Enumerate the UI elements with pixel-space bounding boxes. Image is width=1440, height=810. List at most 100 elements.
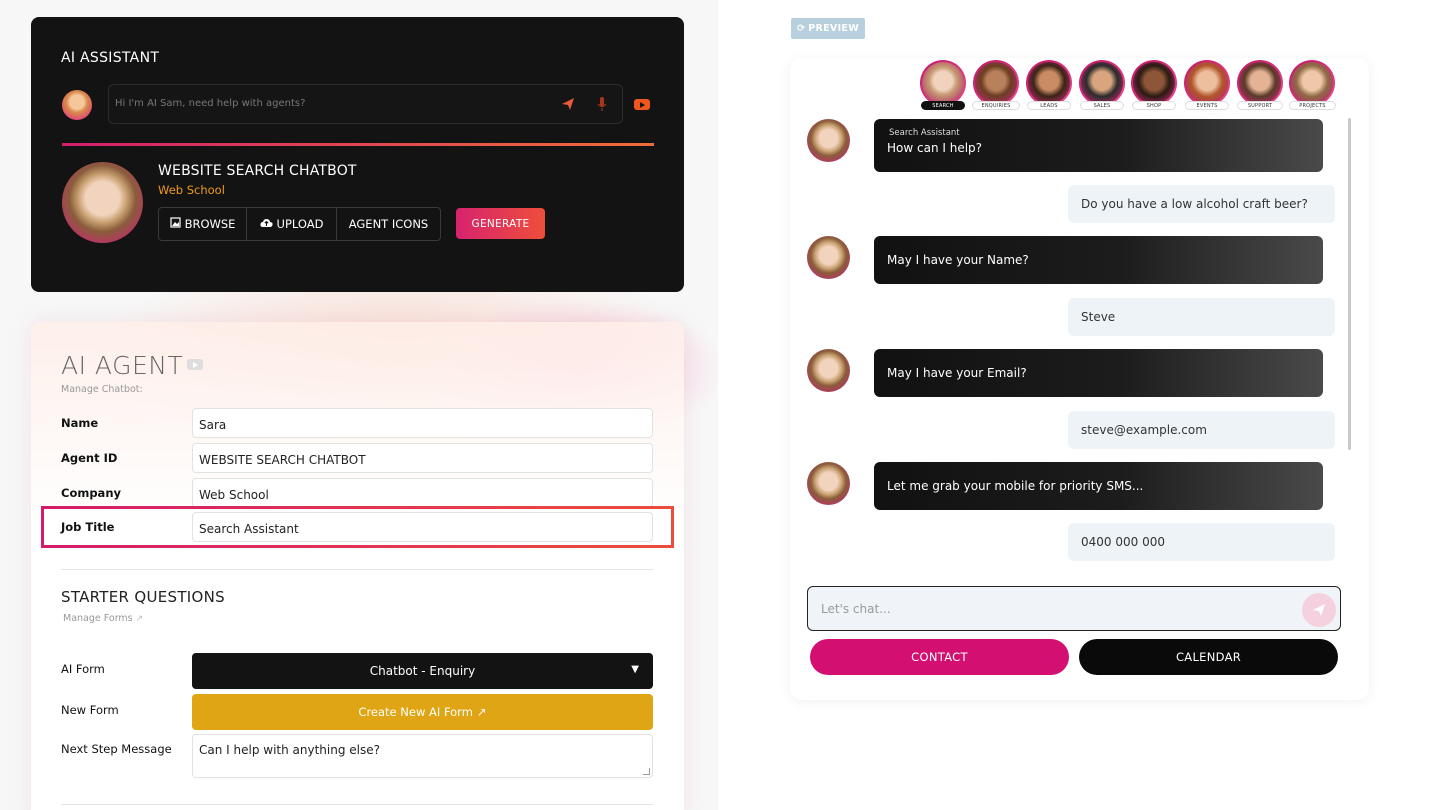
youtube-icon[interactable] — [634, 99, 650, 110]
user-message: Steve — [1068, 298, 1335, 336]
youtube-icon[interactable] — [187, 359, 203, 370]
bot-message-text: How can I help? — [887, 141, 983, 155]
external-link-icon: ↗ — [135, 614, 144, 624]
contact-button[interactable]: CONTACT — [810, 639, 1069, 675]
microphone-icon[interactable] — [597, 96, 607, 112]
next-step-label: Next Step Message — [61, 742, 172, 756]
ai-assistant-card: AI ASSISTANT Hi I'm AI Sam, need help wi… — [31, 17, 684, 292]
create-new-ai-form-button[interactable]: Create New AI Form ↗ — [192, 694, 653, 730]
bot-message: Let me grab your mobile for priority SMS… — [874, 462, 1323, 510]
bot-message: May I have your Name? — [874, 236, 1323, 284]
agent-icon-events[interactable] — [1184, 60, 1230, 106]
send-icon[interactable] — [1302, 593, 1336, 627]
agent-face — [1081, 62, 1123, 104]
agent-icon-support[interactable] — [1237, 60, 1283, 106]
bot-avatar — [807, 236, 850, 279]
agent-name-heading: WEBSITE SEARCH CHATBOT — [158, 163, 357, 179]
agent-label-support[interactable]: SUPPORT — [1237, 101, 1283, 110]
agent-label-enquiries[interactable]: ENQUIRIES — [972, 101, 1020, 110]
gradient-divider — [62, 143, 654, 146]
agent-label-sales[interactable]: SALES — [1080, 101, 1124, 110]
agent-label-events[interactable]: EVENTS — [1185, 101, 1229, 110]
agent-label-search[interactable]: SEARCH — [921, 101, 965, 110]
image-icon — [169, 217, 181, 231]
agent-icon-enquiries[interactable] — [973, 60, 1019, 106]
panel-subtitle: Manage Chatbot: — [61, 384, 143, 395]
agent-icons-label: AGENT ICONS — [348, 217, 429, 231]
agent-face — [1239, 62, 1281, 104]
send-icon[interactable] — [561, 97, 575, 111]
manage-forms-link[interactable]: Manage Forms ↗ — [63, 613, 143, 624]
chat-input[interactable]: Let's chat... — [807, 586, 1341, 631]
agent-icon-shop[interactable] — [1131, 60, 1177, 106]
agent-label-shop[interactable]: SHOP — [1132, 101, 1176, 110]
manage-forms-label: Manage Forms — [63, 613, 133, 624]
generate-button[interactable]: GENERATE — [456, 208, 545, 239]
agent-icon-sales[interactable] — [1079, 60, 1125, 106]
bot-message: May I have your Email? — [874, 349, 1323, 397]
new-form-label: New Form — [61, 703, 119, 717]
upload-button[interactable]: UPLOAD — [247, 208, 337, 240]
next-step-value: Can I help with anything else? — [199, 743, 380, 757]
agent-face — [1186, 62, 1228, 104]
bot-caption: Search Assistant — [889, 128, 960, 138]
bot-avatar — [807, 349, 850, 392]
agent-icons-button[interactable]: AGENT ICONS — [337, 208, 440, 240]
agent-company-subtitle: Web School — [158, 183, 225, 197]
assistant-avatar — [62, 90, 92, 120]
ai-form-value: Chatbot - Enquiry — [369, 664, 476, 678]
agent-face — [1028, 62, 1070, 104]
refresh-icon: ⟳ — [797, 23, 806, 34]
company-label: Company — [61, 486, 121, 500]
agent-label-leads[interactable]: LEADS — [1027, 101, 1071, 110]
external-link-icon: ↗ — [476, 705, 487, 719]
user-message: steve@example.com — [1068, 411, 1335, 449]
upload-label: UPLOAD — [276, 217, 324, 231]
panel-title: AI AGENT — [61, 351, 184, 380]
bot-message-text: Let me grab your mobile for priority SMS… — [887, 479, 1144, 493]
next-step-message-field[interactable]: Can I help with anything else? — [192, 734, 653, 778]
section-divider — [61, 804, 653, 805]
agent-icon-projects[interactable] — [1289, 60, 1335, 106]
section-divider — [61, 569, 653, 570]
name-field[interactable]: Sara — [192, 408, 653, 438]
agent-photo — [62, 162, 143, 243]
agent-face — [1291, 62, 1333, 104]
chat-scrollbar[interactable] — [1348, 118, 1351, 450]
resize-handle-icon[interactable] — [643, 768, 650, 775]
agent-label-projects[interactable]: PROJECTS — [1289, 101, 1336, 110]
bot-message: Search Assistant How can I help? — [874, 119, 1323, 172]
ai-agent-panel: AI AGENT Manage Chatbot: Name Sara Agent… — [31, 322, 684, 810]
cloud-upload-icon — [259, 217, 273, 231]
user-message: Do you have a low alcohol craft beer? — [1068, 185, 1335, 223]
ai-form-select[interactable]: Chatbot - Enquiry ▼ — [192, 653, 653, 689]
agent-icon-leads[interactable] — [1026, 60, 1072, 106]
bot-avatar — [807, 462, 850, 505]
job-title-highlight — [41, 506, 674, 548]
preview-tag[interactable]: ⟳ PREVIEW — [791, 18, 865, 39]
agent-icon-search[interactable] — [920, 60, 966, 106]
agent-face — [975, 62, 1017, 104]
browse-label: BROWSE — [184, 217, 236, 231]
browse-button[interactable]: BROWSE — [159, 208, 247, 240]
company-field[interactable]: Web School — [192, 478, 653, 508]
calendar-button[interactable]: CALENDAR — [1079, 639, 1338, 675]
ai-assistant-title: AI ASSISTANT — [61, 50, 160, 66]
bot-message-text: May I have your Name? — [887, 253, 1029, 267]
agent-id-label: Agent ID — [61, 451, 118, 465]
chat-input-placeholder: Let's chat... — [821, 602, 891, 616]
starter-questions-title: STARTER QUESTIONS — [61, 588, 225, 606]
agent-face — [922, 62, 964, 104]
ai-form-label: AI Form — [61, 662, 105, 676]
bot-avatar — [807, 119, 850, 162]
agent-id-field[interactable]: WEBSITE SEARCH CHATBOT — [192, 443, 653, 473]
assistant-input[interactable]: Hi I'm AI Sam, need help with agents? — [108, 84, 623, 124]
agent-image-button-group: BROWSE UPLOAD AGENT ICONS — [158, 207, 441, 241]
user-message: 0400 000 000 — [1068, 523, 1335, 561]
preview-label: PREVIEW — [808, 23, 859, 34]
agent-face — [1133, 62, 1175, 104]
chat-preview-card: SEARCH ENQUIRIES LEADS SALES SHOP EVENTS… — [790, 58, 1369, 700]
assistant-input-placeholder: Hi I'm AI Sam, need help with agents? — [115, 98, 306, 109]
chevron-down-icon: ▼ — [631, 664, 639, 675]
editor-column: AI ASSISTANT Hi I'm AI Sam, need help wi… — [0, 0, 718, 810]
